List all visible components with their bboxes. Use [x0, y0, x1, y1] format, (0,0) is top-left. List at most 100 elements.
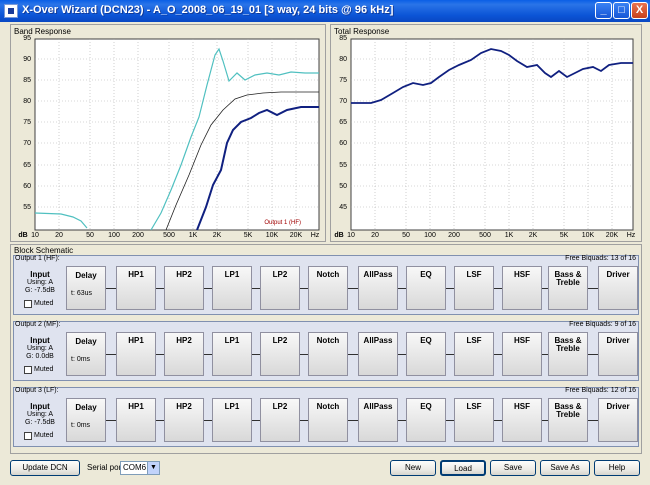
- block-lp2[interactable]: LP2: [260, 332, 300, 376]
- help-button[interactable]: Help: [594, 460, 640, 476]
- input-block[interactable]: Input Using: A G: -7.5dB Muted: [16, 398, 64, 442]
- load-button[interactable]: Load: [440, 460, 486, 476]
- output-row: Output 1 (HF): Free Biquads: 13 of 16 Inpu…: [13, 255, 639, 315]
- block-notch[interactable]: Notch: [308, 266, 348, 310]
- block-lp1[interactable]: LP1: [212, 266, 252, 310]
- total-xtick: 10K: [581, 232, 595, 239]
- connector: [348, 354, 358, 355]
- block-label: Bass & Treble: [554, 336, 582, 353]
- total-response-chart[interactable]: [331, 25, 643, 243]
- new-button[interactable]: New: [390, 460, 436, 476]
- muted-checkbox[interactable]: [24, 366, 32, 374]
- connector: [588, 420, 598, 421]
- block-notch[interactable]: Notch: [308, 332, 348, 376]
- block-eq[interactable]: EQ: [406, 266, 446, 310]
- input-using: Using: A: [26, 411, 54, 418]
- block-allpass[interactable]: AllPass: [358, 398, 398, 442]
- title-bar[interactable]: X-Over Wizard (DCN23) - A_O_2008_06_19_0…: [0, 0, 650, 22]
- connector: [300, 420, 308, 421]
- block-hsf[interactable]: HSF: [502, 398, 542, 442]
- input-gain: G: 0.0dB: [26, 353, 54, 360]
- block-hp2[interactable]: HP2: [164, 332, 204, 376]
- block-driver[interactable]: Driver: [598, 398, 638, 442]
- connector: [204, 288, 212, 289]
- connector: [348, 288, 358, 289]
- block-hp2[interactable]: HP2: [164, 398, 204, 442]
- block-hsf[interactable]: HSF: [502, 266, 542, 310]
- input-block[interactable]: Input Using: A G: 0.0dB Muted: [16, 332, 64, 376]
- block-lsf[interactable]: LSF: [454, 332, 494, 376]
- band-ytick: 75: [23, 119, 31, 126]
- band-ytick: 80: [23, 98, 31, 105]
- block-allpass[interactable]: AllPass: [358, 332, 398, 376]
- delay-label: Delay: [75, 271, 97, 280]
- band-response-panel: Band Response Output 1 (HF) 95 90 85 80 …: [10, 24, 326, 242]
- block-label: HP1: [128, 402, 144, 411]
- block-driver[interactable]: Driver: [598, 332, 638, 376]
- block-lp1[interactable]: LP1: [212, 398, 252, 442]
- block-lp2[interactable]: LP2: [260, 398, 300, 442]
- block-eq[interactable]: EQ: [406, 332, 446, 376]
- update-dcn-button[interactable]: Update DCN: [10, 460, 80, 476]
- block-eq[interactable]: EQ: [406, 398, 446, 442]
- serial-port-select[interactable]: COM6 ▼: [120, 461, 160, 475]
- delay-block[interactable]: Delay t: 0ms: [66, 398, 106, 442]
- input-block[interactable]: Input Using: A G: -7.5dB Muted: [16, 266, 64, 310]
- save-as-button[interactable]: Save As: [540, 460, 590, 476]
- connector: [494, 288, 502, 289]
- block-label: HSF: [514, 402, 530, 411]
- delay-block[interactable]: Delay t: 63us: [66, 266, 106, 310]
- block-allpass[interactable]: AllPass: [358, 266, 398, 310]
- block-bass-treble[interactable]: Bass & Treble: [548, 398, 588, 442]
- block-hp2[interactable]: HP2: [164, 266, 204, 310]
- band-xtick: 200: [132, 232, 144, 239]
- output-label: Output 3 (LF):: [15, 387, 59, 394]
- block-notch[interactable]: Notch: [308, 398, 348, 442]
- connector: [494, 354, 502, 355]
- save-button[interactable]: Save: [490, 460, 536, 476]
- total-ytick: 55: [339, 162, 347, 169]
- input-gain: G: -7.5dB: [25, 287, 55, 294]
- block-label: HP2: [176, 402, 192, 411]
- band-ytick: 95: [23, 35, 31, 42]
- block-label: LP2: [272, 336, 288, 345]
- block-label: HSF: [514, 336, 530, 345]
- block-hp1[interactable]: HP1: [116, 332, 156, 376]
- band-xtick: 1K: [188, 232, 198, 239]
- total-ytick: 80: [339, 56, 347, 63]
- serial-port-value: COM6: [123, 463, 147, 472]
- block-label: LP1: [224, 402, 240, 411]
- muted-checkbox[interactable]: [24, 300, 32, 308]
- muted-checkbox[interactable]: [24, 432, 32, 440]
- block-bass-treble[interactable]: Bass & Treble: [548, 266, 588, 310]
- total-xtick: 500: [479, 232, 491, 239]
- free-biquads: Free Biquads: 12 of 16: [565, 387, 636, 394]
- block-lsf[interactable]: LSF: [454, 266, 494, 310]
- block-driver[interactable]: Driver: [598, 266, 638, 310]
- output-row: Output 3 (LF): Free Biquads: 12 of 16 Inpu…: [13, 387, 639, 447]
- block-hp1[interactable]: HP1: [116, 266, 156, 310]
- block-bass-treble[interactable]: Bass & Treble: [548, 332, 588, 376]
- total-ytick: 65: [339, 119, 347, 126]
- connector: [252, 354, 260, 355]
- block-lp1[interactable]: LP1: [212, 332, 252, 376]
- chevron-down-icon[interactable]: ▼: [147, 462, 159, 474]
- close-button[interactable]: X: [631, 2, 648, 19]
- block-hp1[interactable]: HP1: [116, 398, 156, 442]
- delay-block[interactable]: Delay t: 0ms: [66, 332, 106, 376]
- free-biquads: Free Biquads: 13 of 16: [565, 255, 636, 262]
- input-label: Input: [30, 336, 50, 345]
- muted-label: Muted: [34, 366, 54, 373]
- block-lp2[interactable]: LP2: [260, 266, 300, 310]
- block-label: HP2: [176, 336, 192, 345]
- total-xtick: Hz: [626, 232, 636, 239]
- band-xtick: 2K: [212, 232, 222, 239]
- band-response-chart[interactable]: Output 1 (HF): [11, 25, 327, 243]
- block-lsf[interactable]: LSF: [454, 398, 494, 442]
- connector: [204, 354, 212, 355]
- serial-port-label: Serial port: [87, 463, 124, 472]
- block-label: EQ: [420, 402, 432, 411]
- maximize-button[interactable]: □: [613, 2, 630, 19]
- minimize-button[interactable]: _: [595, 2, 612, 19]
- block-hsf[interactable]: HSF: [502, 332, 542, 376]
